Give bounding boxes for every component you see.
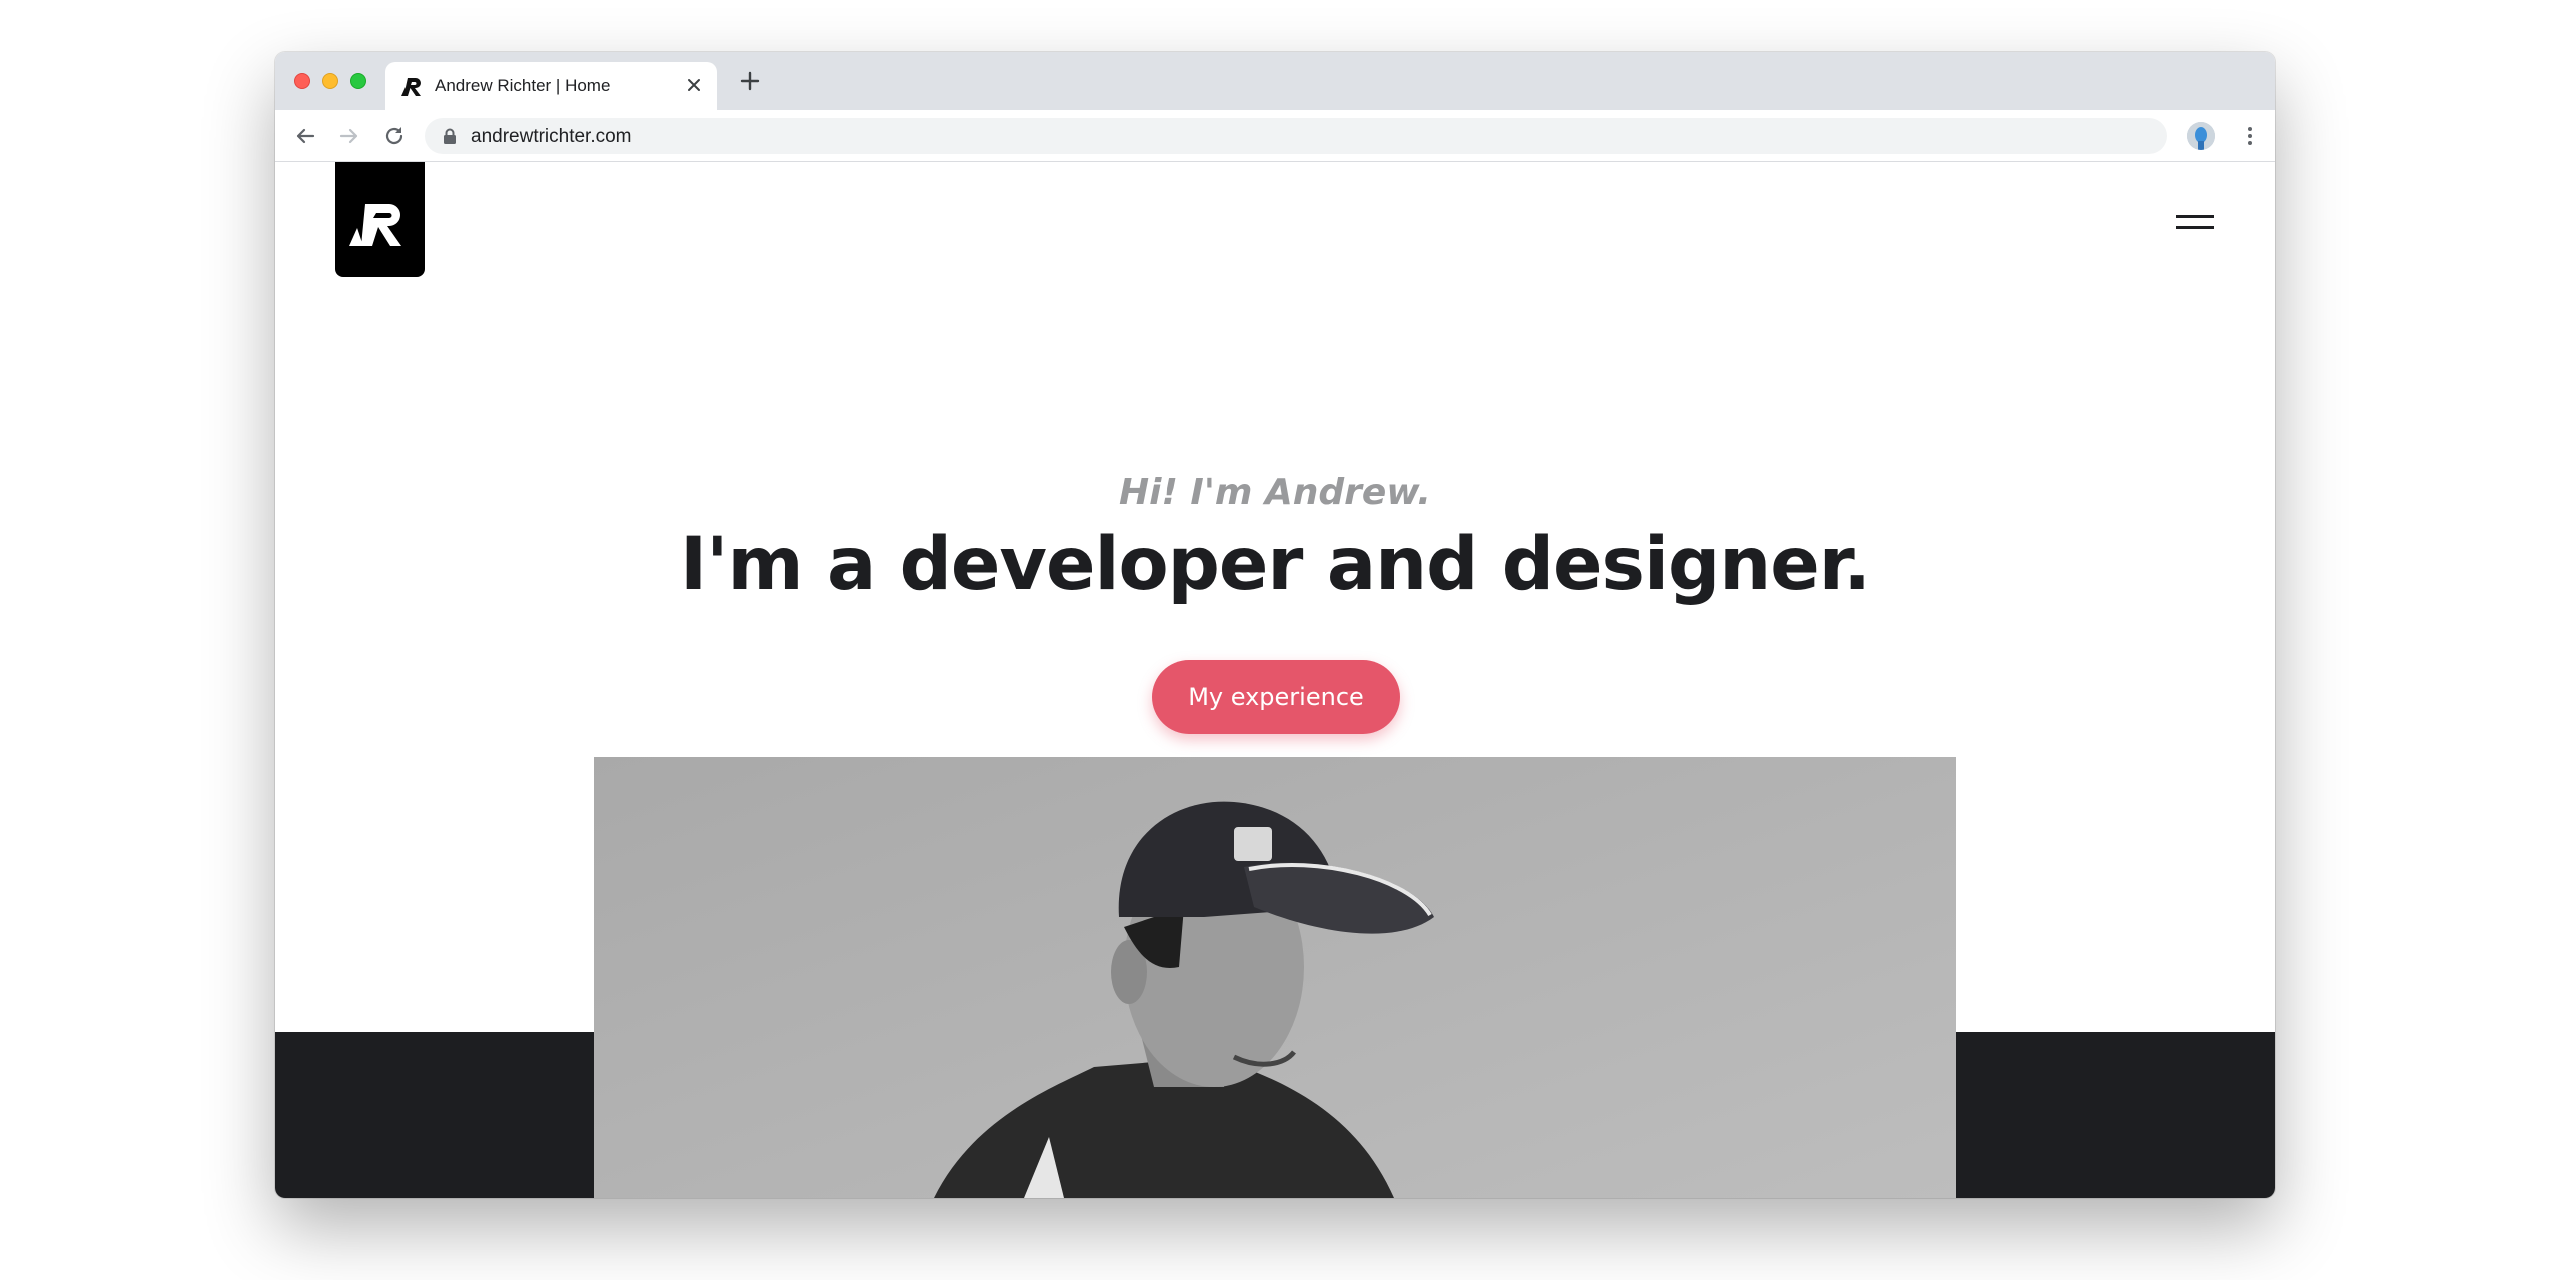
browser-window: Andrew Richter | Home andrewtrichter.com bbox=[275, 52, 2275, 1198]
more-vert-icon[interactable] bbox=[2238, 124, 2262, 148]
address-bar[interactable]: andrewtrichter.com bbox=[425, 118, 2167, 154]
avatar[interactable] bbox=[2187, 122, 2215, 150]
tab-strip: Andrew Richter | Home bbox=[275, 52, 2275, 110]
close-window-button[interactable] bbox=[294, 73, 310, 89]
portrait-image bbox=[594, 757, 1956, 1198]
hamburger-line-top bbox=[2176, 215, 2214, 218]
tab-title: Andrew Richter | Home bbox=[435, 76, 611, 95]
ar-logo-icon bbox=[349, 204, 401, 246]
hamburger-line-bottom bbox=[2176, 226, 2214, 229]
page-viewport: Hi! I'm Andrew. I'm a developer and desi… bbox=[275, 162, 2275, 1198]
site-favicon-icon bbox=[401, 78, 421, 96]
browser-toolbar: andrewtrichter.com bbox=[275, 110, 2275, 162]
hero-photo bbox=[594, 757, 1956, 1198]
my-experience-button[interactable]: My experience bbox=[1152, 660, 1400, 734]
profile-avatar-icon bbox=[2187, 122, 2215, 150]
hamburger-menu-icon[interactable] bbox=[2176, 215, 2214, 229]
page-title: I'm a developer and designer. bbox=[679, 522, 1871, 607]
greeting-text: Hi! I'm Andrew. bbox=[1119, 472, 1431, 513]
tab-active[interactable]: Andrew Richter | Home bbox=[385, 62, 717, 110]
arrow-right-icon[interactable] bbox=[337, 124, 361, 148]
arrow-left-icon[interactable] bbox=[293, 124, 317, 148]
reload-icon[interactable] bbox=[382, 124, 406, 148]
site-logo[interactable] bbox=[335, 162, 425, 277]
maximize-window-button[interactable] bbox=[350, 73, 366, 89]
close-tab-icon[interactable] bbox=[683, 74, 705, 96]
new-tab-icon[interactable] bbox=[738, 69, 762, 93]
star-icon[interactable] bbox=[2274, 125, 2275, 147]
lock-icon bbox=[444, 128, 456, 144]
url-text: andrewtrichter.com bbox=[471, 126, 632, 147]
minimize-window-button[interactable] bbox=[322, 73, 338, 89]
